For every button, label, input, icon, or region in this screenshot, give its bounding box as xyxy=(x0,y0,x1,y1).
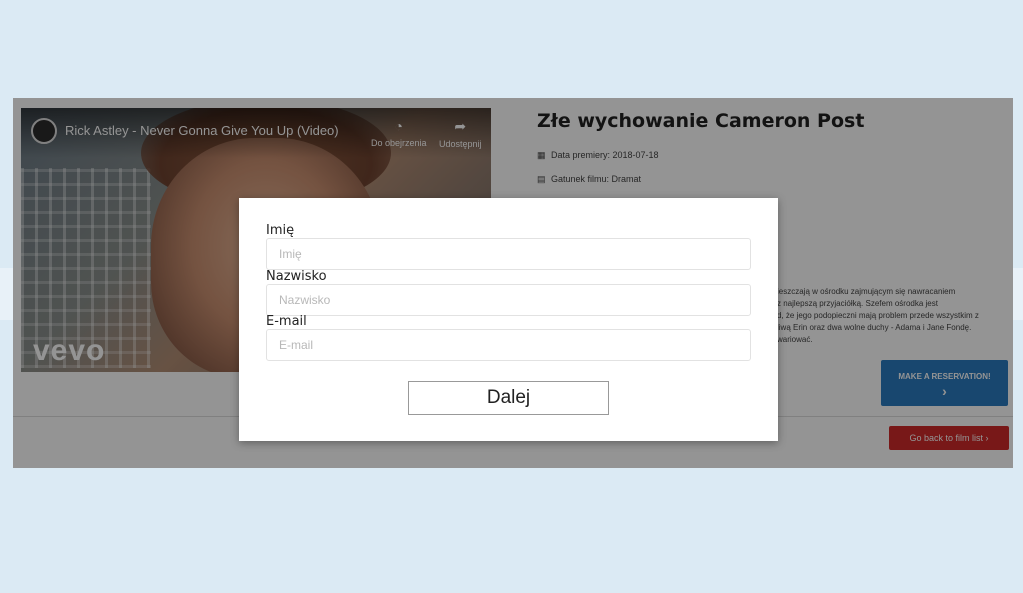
name-label: Imię xyxy=(266,223,295,238)
surname-input[interactable] xyxy=(266,284,751,316)
email-input[interactable] xyxy=(266,329,751,361)
email-label: E-mail xyxy=(266,314,307,329)
name-input[interactable] xyxy=(266,238,751,270)
surname-label: Nazwisko xyxy=(266,269,327,284)
next-button[interactable]: Dalej xyxy=(408,381,609,415)
reservation-modal: Imię Nazwisko E-mail Dalej xyxy=(239,198,778,441)
